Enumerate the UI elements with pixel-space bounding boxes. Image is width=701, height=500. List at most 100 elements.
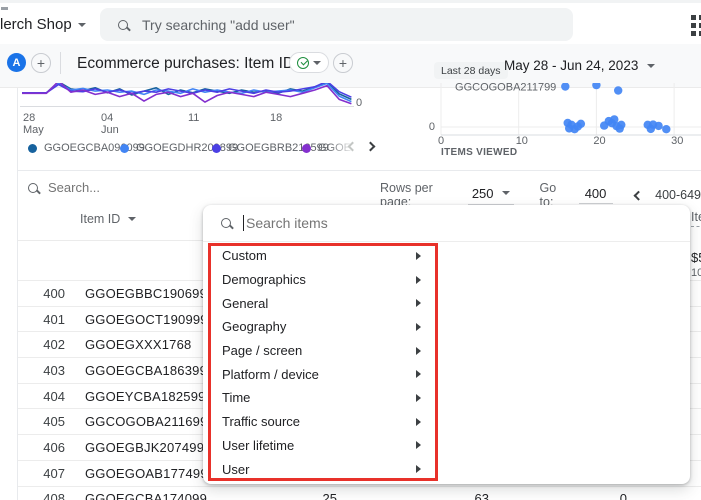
scatter-point — [617, 120, 626, 129]
item-id-cell: GGOEGOCT190999 — [85, 311, 208, 327]
row-number: 400 — [43, 285, 65, 301]
line-series — [22, 83, 352, 105]
date-range-text: May 28 - Jun 24, 2023 — [504, 58, 639, 73]
rows-per-page-select[interactable]: 250 — [467, 185, 514, 205]
legend-next-icon[interactable] — [365, 141, 376, 152]
submenu-arrow-icon — [416, 465, 421, 474]
dimension-picker-dropdown: Custom Demographics General Geography Page /… — [203, 205, 690, 484]
top-app-bar: lerch Shop — [0, 0, 701, 44]
metric-cell: 63 — [474, 491, 489, 500]
legend-dot-icon — [302, 144, 311, 153]
scatter-point — [662, 125, 671, 134]
submenu-arrow-icon — [416, 346, 421, 355]
search-icon — [221, 218, 231, 228]
item-id-cell: GGCOGOBA211699 — [85, 414, 208, 430]
submenu-arrow-icon — [416, 417, 421, 426]
prev-page-icon[interactable] — [633, 190, 643, 200]
submenu-arrow-icon — [416, 322, 421, 331]
item-id-cell: GGOEYCBA182599 — [85, 388, 206, 404]
account-switcher[interactable]: lerch Shop — [0, 16, 86, 33]
menu-item-label: Geography — [222, 319, 287, 335]
global-search[interactable] — [100, 8, 573, 41]
submenu-arrow-icon — [416, 275, 421, 284]
divider — [60, 52, 61, 74]
add-comparison-button[interactable]: + — [31, 53, 51, 73]
dimension-search[interactable] — [203, 205, 690, 242]
row-number: 408 — [43, 491, 65, 500]
menu-item-geography[interactable]: Geography — [203, 315, 439, 339]
report-status-badge[interactable] — [289, 52, 329, 73]
item-id-cell: GGOEGBJK207499 — [85, 439, 205, 455]
date-range-picker[interactable]: May 28 - Jun 24, 2023 — [504, 58, 656, 73]
item-id-cell: GGOEGXXX1768 — [85, 337, 192, 353]
clipped-metric-header: Ite — [691, 210, 701, 227]
scatter-point — [576, 119, 586, 128]
chevron-down-icon — [313, 60, 321, 65]
global-search-input[interactable] — [142, 16, 522, 33]
menu-item-platform-device[interactable]: Platform / device — [203, 362, 439, 386]
menu-item-custom[interactable]: Custom — [203, 244, 439, 268]
menu-item-label: Platform / device — [222, 366, 319, 382]
row-number: 403 — [43, 362, 65, 378]
row-number: 407 — [43, 465, 65, 481]
menu-item-general[interactable]: General — [203, 291, 439, 315]
scatter-point — [561, 83, 570, 91]
table-search-input[interactable] — [48, 180, 188, 195]
divider — [18, 170, 701, 171]
sort-caret-icon — [128, 217, 137, 221]
menu-item-label: Page / screen — [222, 343, 303, 359]
menu-item-user-lifetime[interactable]: User lifetime — [203, 434, 439, 458]
chart-legend: GGOEGCBA096099 GGOEGDHR209899 GGOEGBRB2125… — [0, 140, 701, 156]
clipped-label-fragment — [1, 7, 8, 10]
table-search[interactable] — [28, 180, 188, 195]
search-icon — [118, 19, 128, 30]
x-tick-label: 28 May — [23, 112, 44, 136]
clipped-total-percent: 10 — [691, 267, 701, 279]
submenu-arrow-icon — [416, 370, 421, 379]
menu-item-traffic-source[interactable]: Traffic source — [203, 410, 439, 434]
submenu-arrow-icon — [416, 251, 421, 260]
dimension-category-list: Custom Demographics General Geography Page /… — [203, 244, 439, 481]
menu-item-demographics[interactable]: Demographics — [203, 268, 439, 292]
x-tick-label: 18 — [270, 112, 283, 124]
menu-item-user[interactable]: User — [203, 457, 439, 481]
account-name: lerch Shop — [0, 16, 72, 33]
item-id-header-label: Item ID — [80, 212, 121, 226]
menu-item-time[interactable]: Time — [203, 386, 439, 410]
column-header-item-id[interactable]: Item ID — [80, 212, 137, 226]
line-chart-y-zero-label: 0 — [356, 97, 363, 109]
item-id-cell: GGOEGCBA186399 — [85, 362, 208, 378]
clipped-total-value: $5 — [691, 250, 701, 265]
legend-dot-icon — [28, 143, 37, 153]
metric-cell: 25 — [322, 491, 337, 500]
apps-grid-icon[interactable] — [691, 15, 701, 37]
scatter-point — [614, 86, 623, 95]
report-header-bar: A + Ecommerce purchases: Item ID + Last … — [0, 44, 701, 88]
submenu-arrow-icon — [416, 299, 421, 308]
check-circle-icon — [297, 56, 309, 69]
row-number: 402 — [43, 337, 65, 353]
row-number: 406 — [43, 439, 65, 455]
goto-page-input[interactable] — [578, 186, 613, 204]
item-id-cell: GGOEGBBC190699 — [85, 285, 208, 301]
legend-item: GGOE — [302, 142, 354, 155]
date-preset-chip: Last 28 days — [434, 62, 508, 79]
menu-item-page-screen[interactable]: Page / screen — [203, 339, 439, 363]
add-report-button[interactable]: + — [333, 53, 353, 73]
legend-dot-icon — [212, 143, 221, 153]
line-chart — [22, 83, 352, 105]
chevron-down-icon — [647, 63, 656, 68]
item-id-cell: GGOEGCBA174099 — [85, 491, 208, 500]
row-number: 404 — [43, 388, 65, 404]
rows-per-page-value: 250 — [471, 185, 494, 201]
dimension-search-input[interactable] — [246, 215, 546, 231]
menu-item-label: Traffic source — [222, 414, 301, 430]
x-tick-label: 11 — [188, 112, 200, 124]
menu-item-label: Custom — [222, 248, 267, 264]
header-divider — [18, 240, 203, 241]
menu-item-label: User lifetime — [222, 437, 295, 453]
comparison-badge[interactable]: A — [7, 53, 26, 72]
menu-item-label: Time — [222, 390, 251, 406]
menu-item-label: General — [222, 295, 269, 311]
chevron-down-icon — [77, 22, 86, 27]
